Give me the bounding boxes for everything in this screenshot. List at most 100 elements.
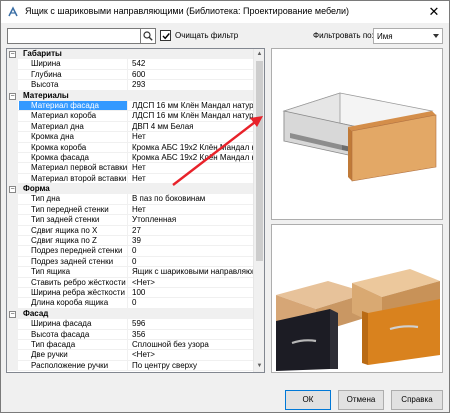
property-value[interactable]: Ящик с шариковыми направляющ [129, 267, 254, 276]
clear-filter-label: Очищать фильтр [175, 31, 239, 40]
property-row[interactable]: Кромка короба Кромка АБС 19x2 Клён Мандал… [7, 142, 254, 153]
property-row[interactable]: Тип фасада Сплошной без узора [7, 339, 254, 351]
collapse-icon[interactable]: − [9, 51, 16, 58]
close-button[interactable]: ✕ [419, 1, 449, 23]
property-value[interactable]: В паз по боковинам [129, 194, 254, 203]
property-row[interactable]: Материал дна ДВП 4 мм Белая [7, 121, 254, 133]
collapse-icon[interactable]: − [9, 92, 16, 100]
property-value[interactable]: 596 [129, 319, 254, 328]
scroll-up-icon[interactable]: ▲ [254, 49, 264, 60]
property-name: Ширина ребра жёсткости [19, 287, 128, 298]
app-icon [8, 6, 18, 17]
property-value[interactable]: Кромка АБС 19x2 Клён Мандал на [129, 143, 254, 152]
property-value[interactable]: ДВП 4 мм Белая [129, 122, 254, 131]
property-row[interactable]: Тип передней стенки Нет [7, 204, 254, 216]
property-value[interactable]: ЛДСП 16 мм Клён Мандал натура [129, 101, 254, 110]
property-value[interactable]: Нет [129, 132, 254, 141]
row-gutter [7, 298, 18, 308]
property-grid[interactable]: − Габариты Ширина 542 Глубина 600 Высота 293− Ма… [6, 48, 265, 373]
row-gutter [7, 59, 18, 69]
property-value[interactable]: 293 [129, 80, 254, 89]
property-value[interactable]: 0 [129, 298, 254, 307]
property-value[interactable]: ЛДСП 16 мм Клён Мандал натура [129, 111, 254, 120]
property-row[interactable]: Ширина 542 [7, 59, 254, 70]
property-row[interactable]: Ширина фасада 596 [7, 319, 254, 330]
row-gutter [7, 236, 18, 246]
row-gutter [7, 173, 18, 184]
property-value[interactable]: 27 [129, 226, 254, 235]
property-name: Две ручки [19, 350, 128, 360]
cancel-button[interactable]: Отмена [338, 390, 384, 410]
property-value[interactable]: 600 [129, 70, 254, 79]
property-name: Ширина [19, 59, 128, 69]
property-category[interactable]: − Габариты [7, 49, 254, 60]
property-value[interactable]: Нет [129, 205, 254, 214]
property-value[interactable]: Сплошной без узора [129, 340, 254, 349]
drawer-box-image [282, 92, 437, 182]
property-row[interactable]: Ширина ребра жёсткости 100 [7, 287, 254, 299]
property-row[interactable]: Подрез задней стенки 0 [7, 256, 254, 268]
row-gutter [7, 215, 18, 225]
property-row[interactable]: Подрез передней стенки 0 [7, 246, 254, 257]
property-row[interactable]: Две ручки <Нет> [7, 350, 254, 361]
property-row[interactable]: Материал короба ЛДСП 16 мм Клён Мандал на… [7, 111, 254, 122]
property-value[interactable]: Нет [129, 174, 254, 183]
help-button[interactable]: Справка [391, 390, 443, 410]
row-gutter [7, 163, 18, 173]
property-row[interactable]: Глубина 600 [7, 69, 254, 81]
property-row[interactable]: Высота 293 [7, 80, 254, 91]
scroll-thumb[interactable] [256, 61, 263, 261]
property-value[interactable]: По центру сверху [129, 361, 254, 370]
property-value[interactable]: 39 [129, 236, 254, 245]
property-row[interactable]: Ставить ребро жёсткости <Нет> [7, 277, 254, 288]
property-row[interactable]: Сдвиг ящика по Z 39 [7, 236, 254, 247]
collapse-icon[interactable]: − [9, 186, 16, 194]
property-value[interactable]: <Нет> [129, 350, 254, 359]
property-value[interactable]: Кромка АБС 19x2 Клён Мандал на [129, 153, 254, 162]
property-value[interactable]: 356 [129, 330, 254, 339]
property-category[interactable]: − Фасад [7, 308, 254, 320]
filter-by-select[interactable]: Имя [373, 28, 443, 44]
property-row[interactable]: Материал фасада ЛДСП 16 мм Клён Мандал на… [7, 100, 254, 112]
ok-button[interactable]: ОК [285, 390, 331, 410]
property-row[interactable]: Тип ящика Ящик с шариковыми направляющ [7, 267, 254, 278]
property-row[interactable]: Сдвиг ящика по X 27 [7, 225, 254, 237]
collapse-icon[interactable]: − [9, 310, 16, 318]
property-row[interactable]: Кромка фасада Кромка АБС 19x2 Клён Мандал… [7, 152, 254, 164]
property-row[interactable]: Материал первой вставки Нет [7, 163, 254, 174]
property-name: Тип фасада [19, 339, 128, 350]
property-category[interactable]: − Материалы [7, 90, 254, 101]
row-gutter [7, 142, 18, 152]
property-row[interactable]: Материал второй вставки Нет [7, 173, 254, 185]
property-value[interactable]: <Нет> [129, 278, 254, 287]
drawer-3d-preview [271, 48, 443, 220]
property-name: Подрез передней стенки [19, 246, 128, 256]
category-label: Габариты [23, 49, 62, 58]
row-gutter [7, 80, 18, 90]
row-gutter [7, 350, 18, 360]
property-grid-scrollbar[interactable]: ▲ ▼ [253, 49, 264, 372]
property-value[interactable]: 542 [129, 59, 254, 68]
property-row[interactable]: Тип задней стенки Утопленная [7, 215, 254, 226]
property-category[interactable]: − Форма [7, 184, 254, 195]
property-value[interactable]: 100 [129, 288, 254, 297]
property-row[interactable]: Высота фасада 356 [7, 329, 254, 340]
property-row[interactable]: Длина короба ящика 0 [7, 298, 254, 309]
window-title: Ящик с шариковыми направляющими (Библиот… [25, 6, 350, 16]
property-row[interactable]: Тип дна В паз по боковинам [7, 194, 254, 205]
property-value[interactable]: Нет [129, 163, 254, 172]
property-name: Кромка фасада [19, 152, 128, 163]
search-input[interactable] [7, 28, 141, 44]
property-row[interactable]: Кромка дна Нет [7, 132, 254, 143]
property-value[interactable]: Утопленная [129, 215, 254, 224]
row-gutter [7, 256, 18, 267]
row-gutter [7, 194, 18, 204]
property-row[interactable]: Расположение ручки По центру сверху [7, 360, 254, 372]
property-name: Тип ящика [19, 267, 128, 277]
property-value[interactable]: 0 [129, 246, 254, 255]
property-value[interactable]: 0 [129, 257, 254, 266]
scroll-down-icon[interactable]: ▼ [254, 361, 264, 372]
clear-filter-checkbox[interactable] [160, 30, 171, 41]
row-gutter [7, 287, 18, 298]
search-button[interactable] [141, 28, 156, 44]
